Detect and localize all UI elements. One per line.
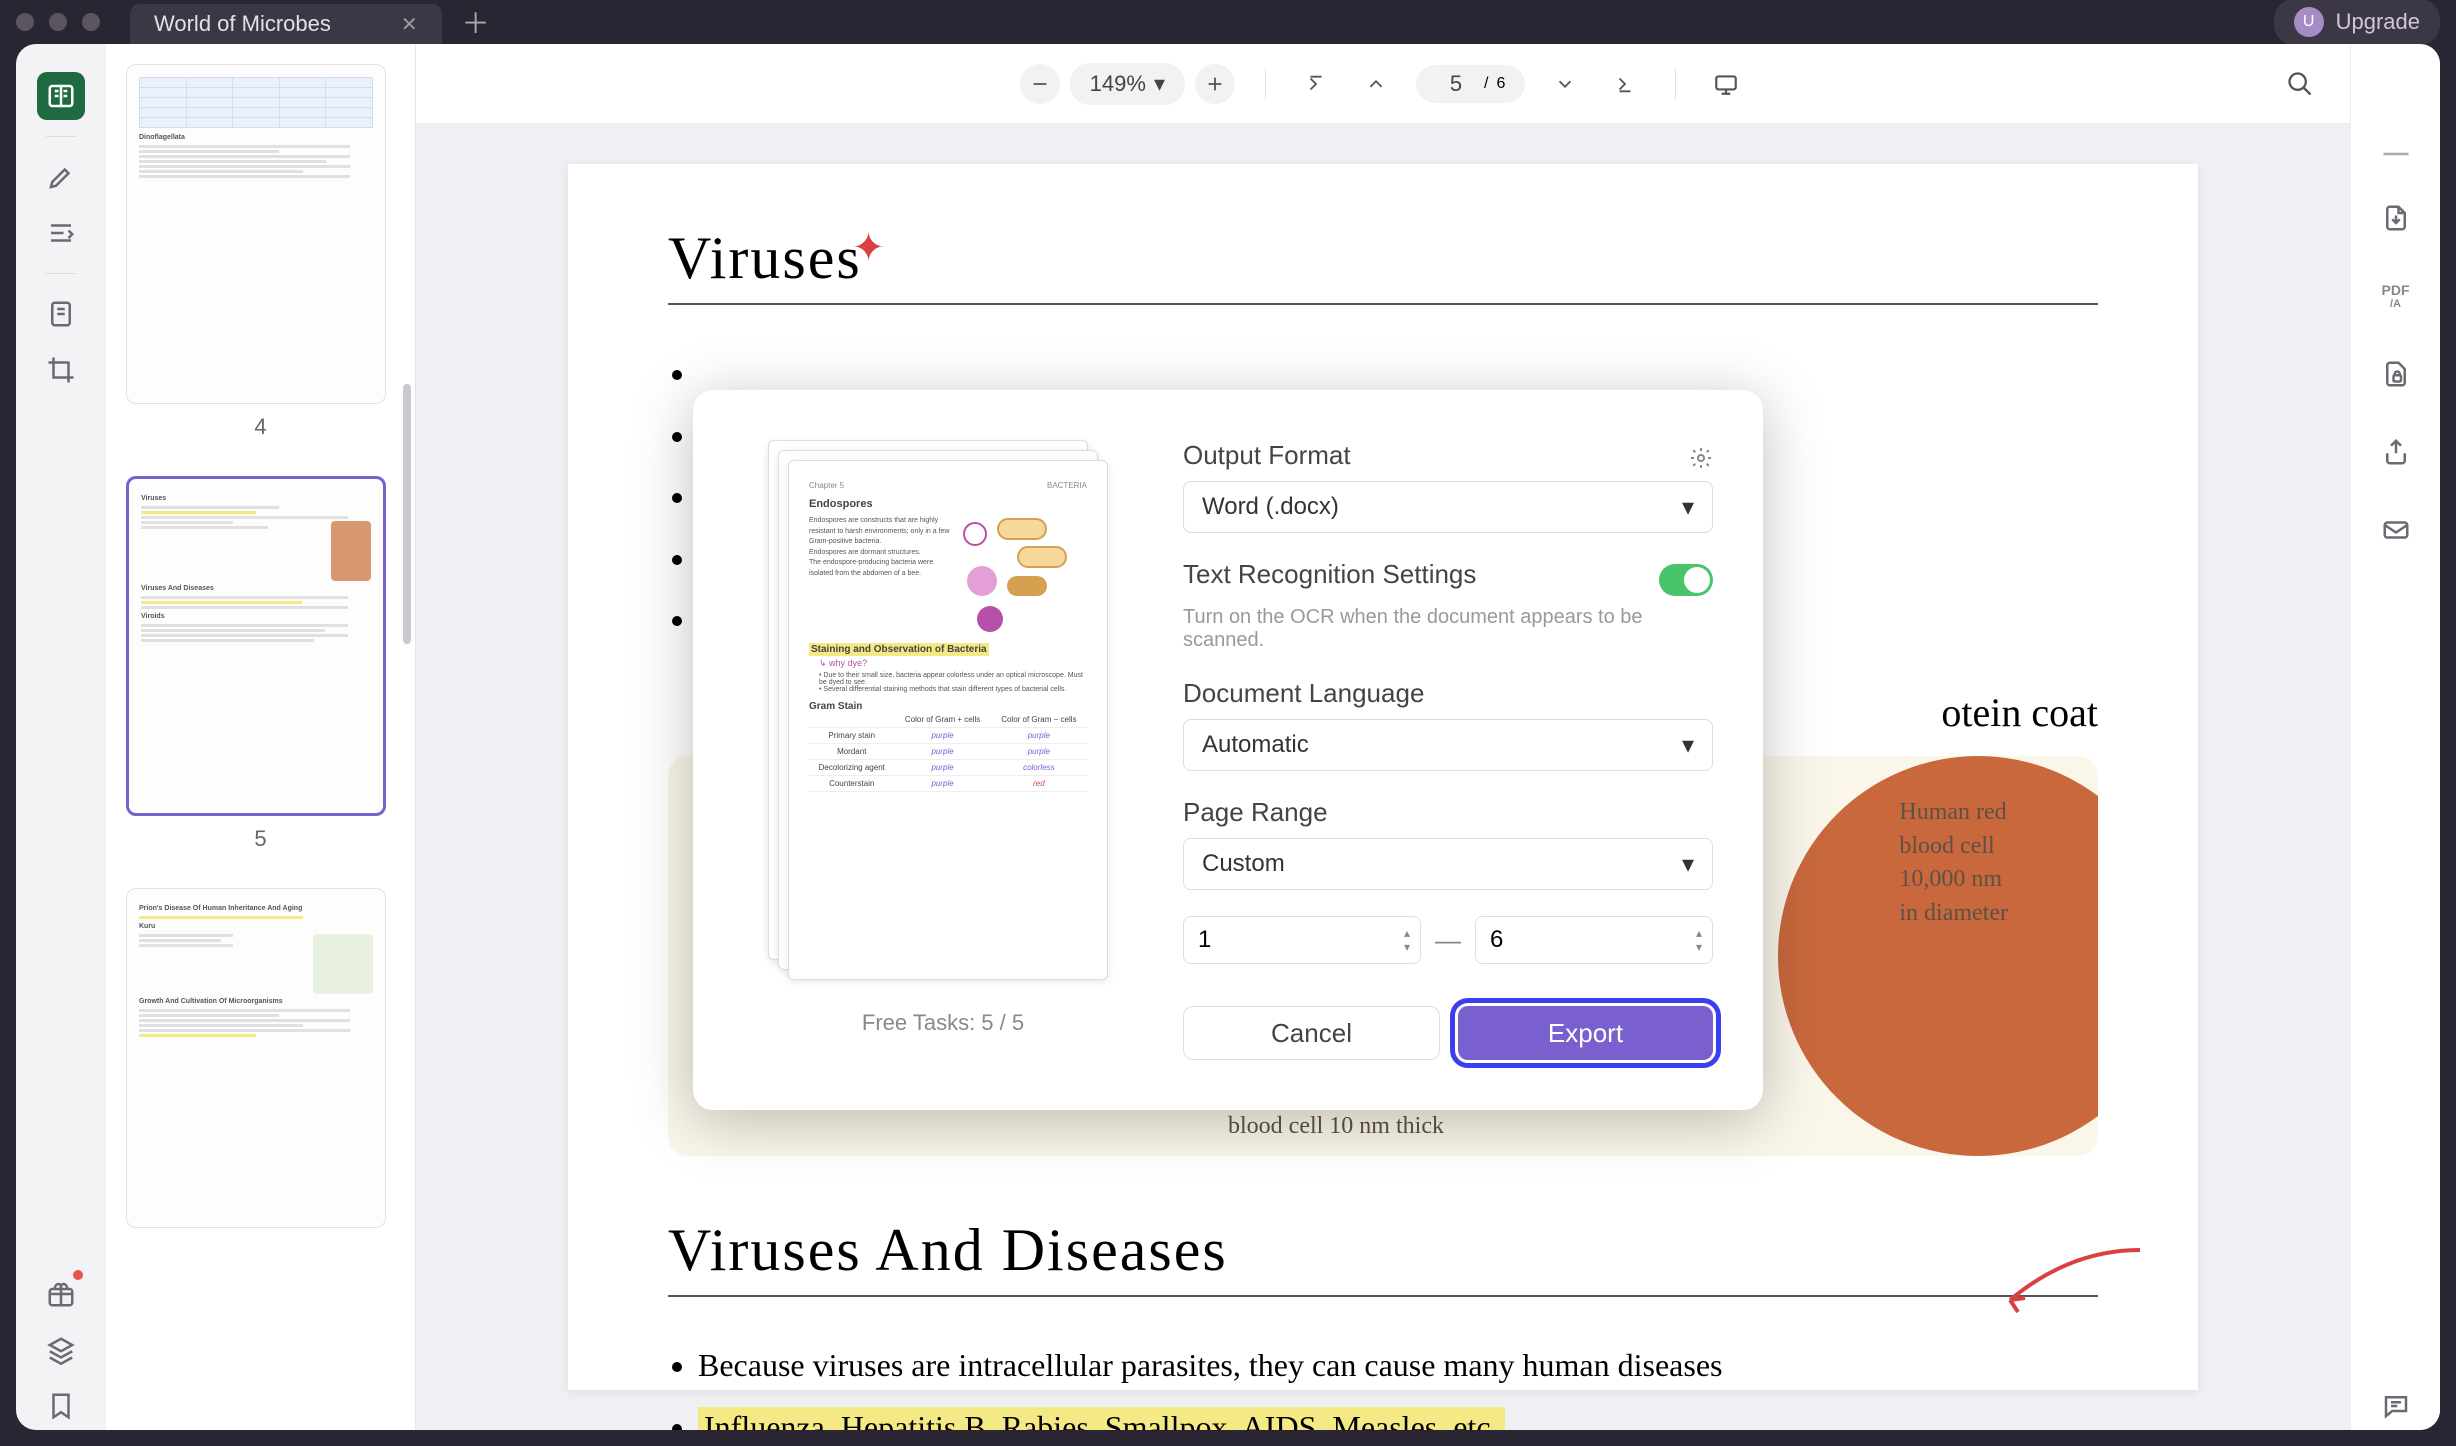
chevron-down-icon: ▾: [1682, 493, 1694, 522]
chevron-down-icon: ▾: [1682, 850, 1694, 879]
select-value: Word (.docx): [1202, 493, 1339, 521]
export-dialog: Chapter 5BACTERIA Endospores Endospores …: [693, 390, 1763, 1110]
page-range-inputs: 1 ▴▾ — 6 ▴▾: [1183, 916, 1713, 964]
select-value: Automatic: [1202, 731, 1309, 759]
settings-gear-icon[interactable]: [1689, 446, 1713, 475]
output-format-select[interactable]: Word (.docx) ▾: [1183, 481, 1713, 533]
doc-language-label: Document Language: [1183, 678, 1713, 709]
stepper-icon[interactable]: ▴▾: [1696, 926, 1702, 954]
cancel-button[interactable]: Cancel: [1183, 1006, 1440, 1060]
ocr-toggle[interactable]: [1659, 564, 1713, 596]
free-tasks-label: Free Tasks: 5 / 5: [862, 1010, 1024, 1036]
range-dash: —: [1435, 925, 1461, 956]
ocr-hint: Turn on the OCR when the document appear…: [1183, 606, 1713, 652]
ocr-label: Text Recognition Settings: [1183, 559, 1476, 590]
output-format-label: Output Format: [1183, 440, 1351, 471]
form-column: Output Format Word (.docx) ▾ Text Recogn…: [1183, 440, 1713, 1060]
preview-stack: Chapter 5BACTERIA Endospores Endospores …: [768, 440, 1118, 990]
preview-page-front: Chapter 5BACTERIA Endospores Endospores …: [788, 460, 1108, 980]
page-range-label: Page Range: [1183, 797, 1713, 828]
select-value: Custom: [1202, 850, 1285, 878]
dialog-actions: Cancel Export: [1183, 1006, 1713, 1060]
export-button[interactable]: Export: [1458, 1006, 1713, 1060]
chevron-down-icon: ▾: [1682, 731, 1694, 760]
page-range-select[interactable]: Custom ▾: [1183, 838, 1713, 890]
range-to-input[interactable]: 6 ▴▾: [1475, 916, 1713, 964]
doc-language-select[interactable]: Automatic ▾: [1183, 719, 1713, 771]
range-from-input[interactable]: 1 ▴▾: [1183, 916, 1421, 964]
preview-column: Chapter 5BACTERIA Endospores Endospores …: [743, 440, 1143, 1060]
dialog-backdrop: Chapter 5BACTERIA Endospores Endospores …: [0, 0, 2456, 1446]
stepper-icon[interactable]: ▴▾: [1404, 926, 1410, 954]
